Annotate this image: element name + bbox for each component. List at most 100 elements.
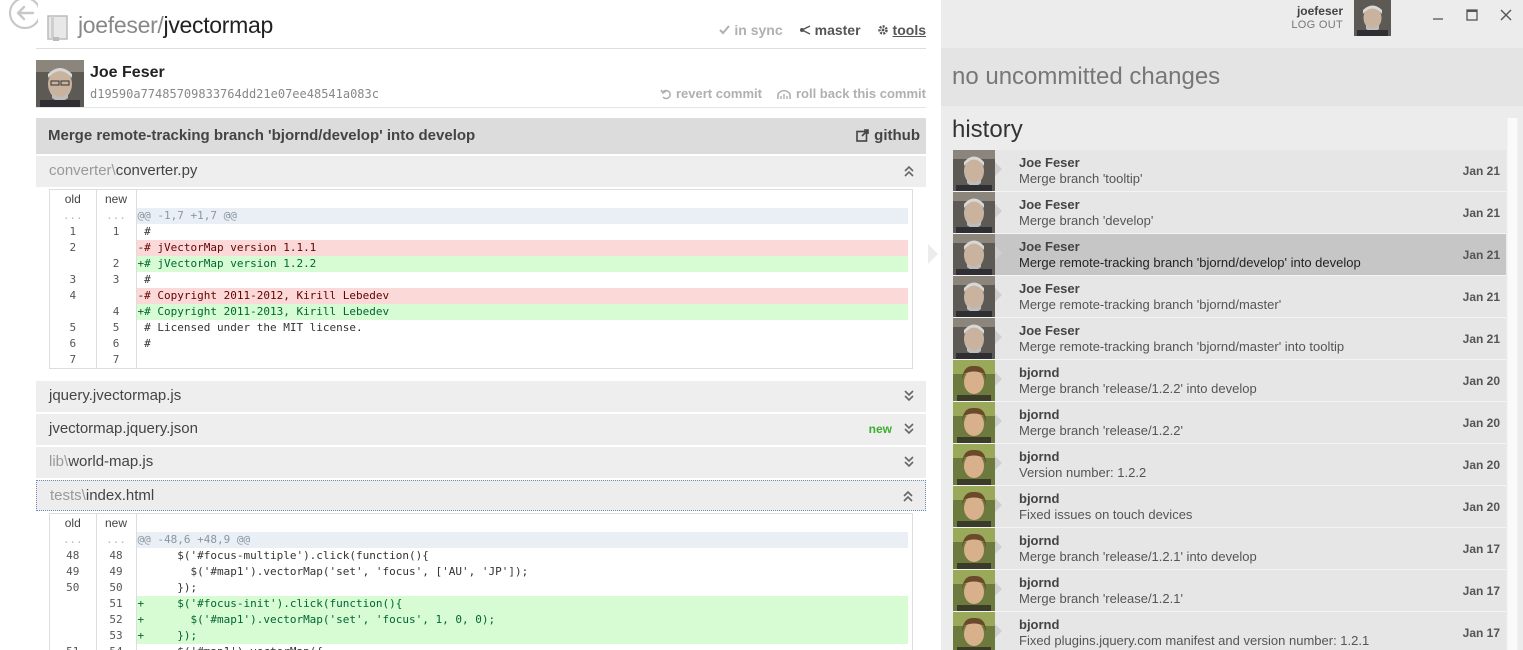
double-chevron-up-icon[interactable] xyxy=(902,490,914,502)
user-name: joefeser xyxy=(1296,4,1343,18)
old-line-number: 4 xyxy=(50,288,97,304)
author-avatar xyxy=(953,486,995,527)
diff-code: $('#map1').vectorMap('set', 'focus', ['A… xyxy=(137,565,529,578)
new-column-header: new xyxy=(96,190,137,208)
avatar-notch xyxy=(995,330,1002,344)
revert-commit-label: revert commit xyxy=(675,86,762,101)
file-row[interactable]: tests\index.html xyxy=(36,480,926,511)
history-item[interactable]: bjornd Fixed plugins.jquery.com manifest … xyxy=(953,612,1506,650)
history-item[interactable]: Joe Feser Merge branch 'develop' Jan 21 xyxy=(953,192,1506,234)
old-line-number: 50 xyxy=(50,580,97,596)
history-author: bjornd xyxy=(1019,491,1060,506)
avatar-notch xyxy=(995,372,1002,386)
minimize-icon[interactable] xyxy=(1429,6,1447,24)
avatar-notch xyxy=(995,204,1002,218)
history-message: Merge branch 'develop' xyxy=(1019,213,1154,228)
history-item[interactable]: Joe Feser Merge remote-tracking branch 'b… xyxy=(953,318,1506,360)
history-scrollbar[interactable] xyxy=(1507,118,1518,650)
undo-icon xyxy=(660,89,671,99)
history-author: Joe Feser xyxy=(1019,197,1080,212)
avatar-notch xyxy=(995,414,1002,428)
history-item[interactable]: bjornd Merge branch 'release/1.2.1' into … xyxy=(953,528,1506,570)
new-line-number xyxy=(96,240,137,256)
diff-header-row: old new xyxy=(50,190,908,208)
diff-code: +# Copyright 2011-2013, Kirill Lebedev xyxy=(136,304,908,320)
history-date: Jan 17 xyxy=(1462,542,1500,556)
file-row[interactable]: converter\converter.py xyxy=(36,156,926,187)
history-item[interactable]: bjornd Merge branch 'release/1.2.2' Jan 20 xyxy=(953,402,1506,444)
history-author: bjornd xyxy=(1019,617,1060,632)
revert-commit-button[interactable]: revert commit xyxy=(660,86,762,101)
history-item[interactable]: Joe Feser Merge branch 'tooltip' Jan 21 xyxy=(953,150,1506,192)
old-line-number: 48 xyxy=(50,548,97,564)
logout-link[interactable]: LOG OUT xyxy=(1291,19,1343,31)
branch-icon xyxy=(799,25,810,35)
file-path: tests\index.html xyxy=(50,487,154,504)
old-line-number xyxy=(50,596,97,612)
double-chevron-down-icon[interactable] xyxy=(903,456,915,468)
tools-menu[interactable]: tools xyxy=(877,22,926,38)
diff-code: + }); xyxy=(136,628,908,644)
history-item[interactable]: bjornd Version number: 1.2.2 Jan 20 xyxy=(953,444,1506,486)
close-icon[interactable] xyxy=(1497,6,1515,24)
file-dir: converter\ xyxy=(49,162,116,179)
new-line-number: 53 xyxy=(96,628,137,644)
diff-added-line: 4 +# Copyright 2011-2013, Kirill Lebedev xyxy=(50,304,908,320)
file-name: index.html xyxy=(85,487,155,504)
history-message: Merge branch 'release/1.2.2' xyxy=(1019,423,1183,438)
diff-code: # Licensed under the MIT license. xyxy=(137,321,363,334)
sync-status[interactable]: in sync xyxy=(719,22,783,38)
avatar-notch xyxy=(995,540,1002,554)
diff-added-line: 52 + $('#map1').vectorMap('set', 'focus',… xyxy=(50,612,908,628)
branch-selector[interactable]: master xyxy=(799,22,861,38)
diff-context-line: 33 # xyxy=(50,272,908,288)
diff-table: old new ...... @@ -48,6 +48,9 @@ 48 48 $('#… xyxy=(50,514,908,650)
history-author: Joe Feser xyxy=(1019,155,1080,170)
old-line-number: 2 xyxy=(50,240,97,256)
uncommitted-label: no uncommitted changes xyxy=(952,63,1221,90)
history-item[interactable]: Joe Feser Merge remote-tracking branch 'b… xyxy=(953,234,1506,276)
history-author: bjornd xyxy=(1019,365,1060,380)
maximize-icon[interactable] xyxy=(1463,6,1481,24)
new-line-number xyxy=(96,288,137,304)
history-date: Jan 21 xyxy=(1462,290,1500,304)
history-item[interactable]: bjornd Merge branch 'release/1.2.2' into … xyxy=(953,360,1506,402)
github-link[interactable]: github xyxy=(856,127,920,144)
diff-context-line: 48 48 $('#focus-multiple').click(function… xyxy=(50,548,908,564)
rollback-icon xyxy=(777,89,791,99)
selection-pointer xyxy=(928,244,938,264)
changed-files-list: converter\converter.py old new ...... @@ … xyxy=(36,156,926,650)
new-line-number: ... xyxy=(96,208,137,224)
old-line-number xyxy=(50,612,97,628)
repository-icon xyxy=(47,15,68,41)
user-avatar[interactable] xyxy=(1354,0,1391,36)
file-row[interactable]: jvectormap.jquery.json new xyxy=(36,414,926,445)
new-line-number: 7 xyxy=(96,352,137,368)
history-message: Merge branch 'release/1.2.1' xyxy=(1019,591,1183,606)
back-arrow-icon[interactable] xyxy=(4,0,38,30)
rollback-commit-button[interactable]: roll back this commit xyxy=(776,86,926,101)
history-date: Jan 21 xyxy=(1462,248,1500,262)
commit-message-bar: Merge remote-tracking branch 'bjornd/dev… xyxy=(36,118,926,154)
diff-context-line: 66 # xyxy=(50,336,908,352)
uncommitted-changes-panel[interactable]: no uncommitted changes xyxy=(941,48,1523,106)
diff-removed-line: 4 -# Copyright 2011-2012, Kirill Lebedev xyxy=(50,288,908,304)
new-line-number: 2 xyxy=(96,256,137,272)
file-row[interactable]: jquery.jvectormap.js xyxy=(36,381,926,412)
old-column-header: old xyxy=(50,514,97,532)
history-item[interactable]: bjornd Merge branch 'release/1.2.1' Jan 17 xyxy=(953,570,1506,612)
repository-owner: joefeser/ xyxy=(78,12,164,38)
history-item[interactable]: Joe Feser Merge remote-tracking branch 'b… xyxy=(953,276,1506,318)
double-chevron-up-icon[interactable] xyxy=(903,165,915,177)
history-date: Jan 20 xyxy=(1462,416,1500,430)
history-item[interactable]: bjornd Fixed issues on touch devices Jan 2… xyxy=(953,486,1506,528)
double-chevron-down-icon[interactable] xyxy=(903,423,915,435)
old-line-number: 51 xyxy=(50,644,97,650)
diff-context-line: 77 xyxy=(50,352,908,368)
file-row[interactable]: lib\world-map.js xyxy=(36,447,926,478)
author-avatar xyxy=(953,192,995,233)
old-line-number: 7 xyxy=(50,352,97,368)
scrollbar-thumb[interactable] xyxy=(1508,118,1517,650)
double-chevron-down-icon[interactable] xyxy=(903,390,915,402)
new-line-number: 51 xyxy=(96,596,137,612)
